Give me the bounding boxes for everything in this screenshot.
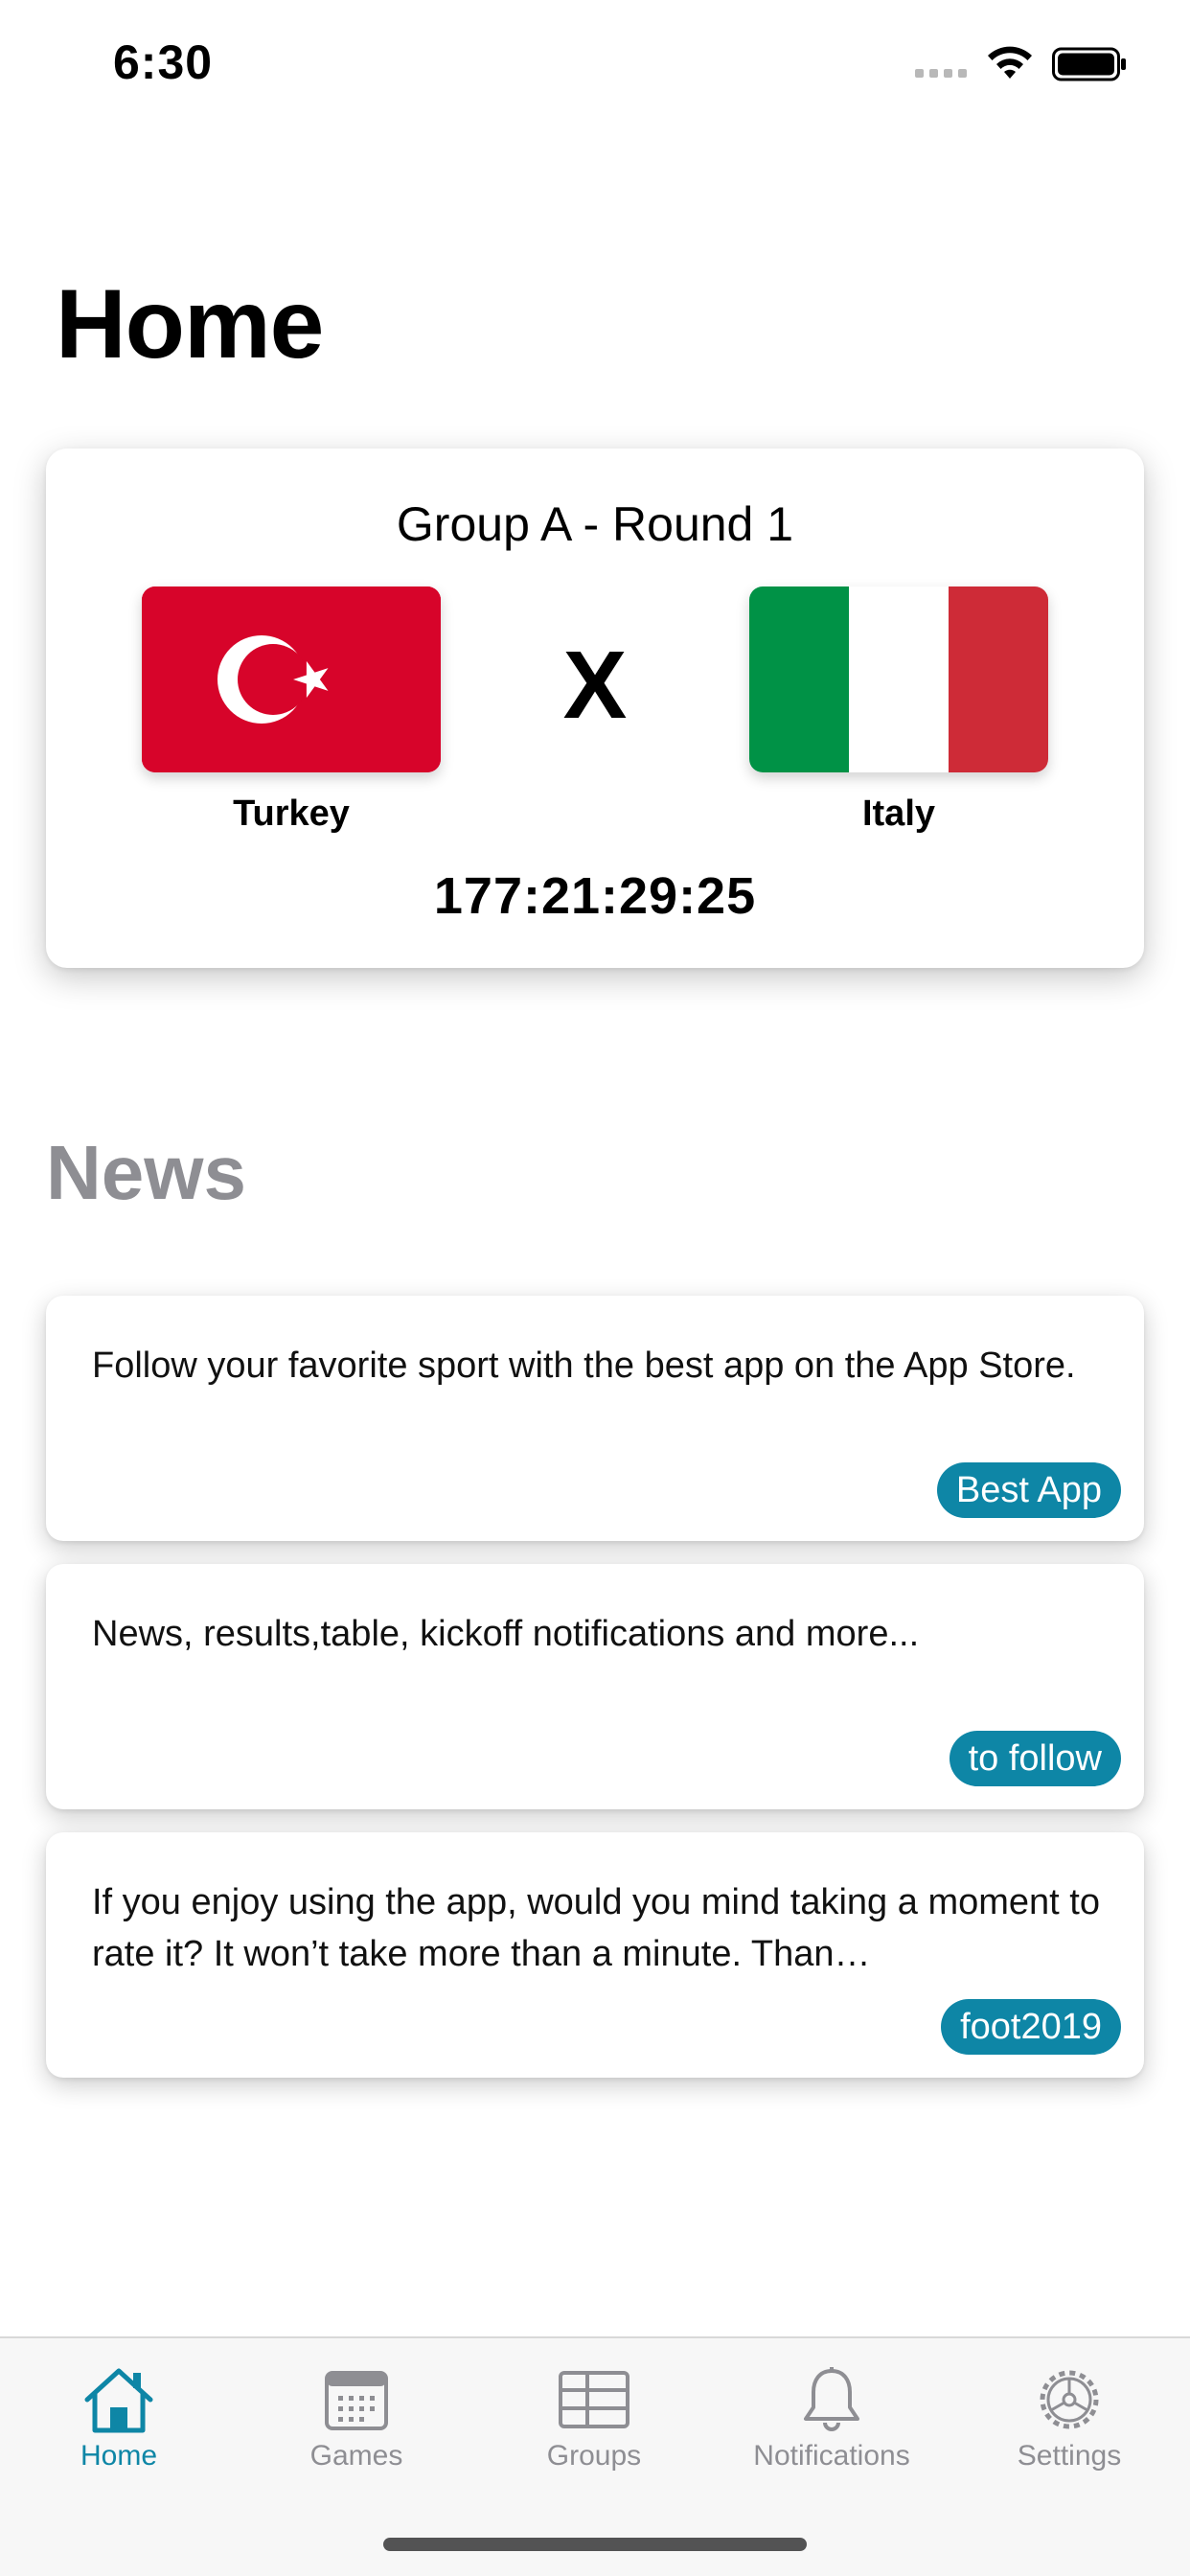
news-heading: News	[46, 1130, 246, 1215]
tab-notifications[interactable]: Notifications	[713, 2338, 950, 2482]
table-grid-icon	[559, 2371, 629, 2428]
bell-icon	[804, 2367, 859, 2431]
tab-groups[interactable]: Groups	[475, 2338, 713, 2482]
news-card[interactable]: If you enjoy using the app, would you mi…	[46, 1832, 1144, 2078]
tab-label: Home	[80, 2440, 158, 2472]
news-tag: to follow	[949, 1731, 1121, 1786]
tab-games[interactable]: Games	[238, 2338, 475, 2482]
status-time: 6:30	[113, 35, 214, 89]
home-team-name: Turkey	[233, 794, 350, 834]
news-card[interactable]: News, results,table, kickoff notificatio…	[46, 1564, 1144, 1809]
news-text: Follow your favorite sport with the best…	[92, 1346, 1076, 1386]
tab-label: Notifications	[753, 2440, 910, 2472]
status-bar: 6:30	[0, 0, 1190, 126]
news-card[interactable]: Follow your favorite sport with the best…	[46, 1296, 1144, 1541]
house-icon	[84, 2368, 153, 2433]
news-tag: Best App	[936, 1462, 1121, 1518]
tab-label: Groups	[546, 2440, 642, 2472]
news-tag: foot2019	[941, 1999, 1121, 2055]
match-countdown: 177:21:29:25	[433, 867, 757, 925]
tab-label: Games	[309, 2440, 403, 2472]
italy-flag	[749, 586, 1048, 772]
tab-settings[interactable]: Settings	[950, 2338, 1188, 2482]
match-card[interactable]: Group A - Round 1 X Turkey Italy 177:21:…	[46, 448, 1144, 968]
news-text: News, results,table, kickoff notificatio…	[92, 1614, 920, 1654]
news-text: If you enjoy using the app, would you mi…	[92, 1882, 1100, 1974]
tab-label: Settings	[1017, 2440, 1122, 2472]
away-team-name: Italy	[861, 794, 936, 834]
tab-home[interactable]: Home	[0, 2338, 238, 2482]
home-indicator[interactable]	[383, 2538, 807, 2551]
battery-icon	[1052, 47, 1126, 81]
match-round-label: Group A - Round 1	[396, 497, 794, 551]
gear-icon	[1040, 2370, 1099, 2429]
cellular-signal-icon	[915, 69, 967, 78]
wifi-icon	[988, 46, 1032, 79]
calendar-icon	[325, 2371, 388, 2430]
page-title: Home	[56, 269, 324, 379]
